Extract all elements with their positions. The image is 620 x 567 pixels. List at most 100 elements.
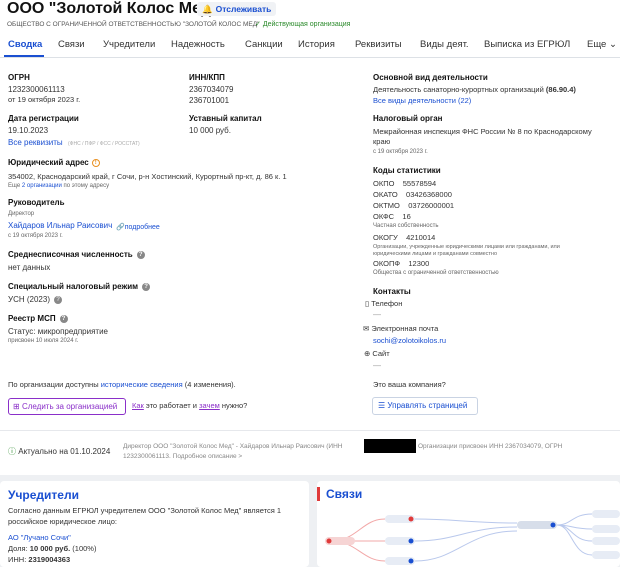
head-more-link[interactable]: 🔗подробнее [116,223,160,231]
graph-node[interactable] [592,537,620,545]
tab-more[interactable]: Еще ⌄ [587,39,617,50]
chevron-down-icon: ⌄ [608,39,617,50]
tab-bar: Сводка Связи Учредители Надежность Санкц… [0,32,620,58]
question-icon[interactable]: ? [142,282,151,291]
okpo-code: ОКПО 55578594 [373,179,437,188]
ogrn-label: ОГРН [8,73,30,82]
founders-title[interactable]: Учредители [8,488,79,502]
manage-page-button[interactable]: ☰ Управлять страницей [372,397,478,415]
links-card: Связи [317,481,620,567]
track-button[interactable]: 🔔 Отслеживать [197,2,277,16]
tax-regime-label-text: Специальный налоговый режим [8,282,139,291]
staff-label: Среднесписочная численность? [8,250,145,259]
requisites-sources: (ФНС / ПФР / ФСС / РОССТАТ) [68,141,140,147]
stat-codes-label: Коды статистики [373,166,441,175]
okopf-code: ОКОПФ 12300 [373,259,430,268]
kpp-value: 236701001 [189,96,230,105]
links-graph[interactable] [317,481,620,567]
founder-inn-label: ИНН: [8,555,27,564]
all-activities-link[interactable]: Все виды деятельности (22) [373,96,471,105]
tax-authority-label: Налоговый орган [373,114,443,123]
mail-icon: ✉ [363,324,370,333]
company-full-name: ОБЩЕСТВО С ОГРАНИЧЕННОЙ ОТВЕТСТВЕННОСТЬЮ… [7,21,260,28]
why-link[interactable]: зачем [199,401,220,410]
question-icon[interactable]: ? [136,250,145,259]
ogrn-date: от 19 октября 2023 г. [8,95,81,104]
follow-button[interactable]: ⊞ Следить за организацией [8,398,126,415]
tab-summary[interactable]: Сводка [8,39,42,50]
actual-date-text: Актуально на 01.10.2024 [18,447,111,456]
actual-date: ⓘ Актуально на 01.10.2024 [8,446,110,457]
address-more-link[interactable]: 2 организации [22,183,62,189]
graph-node-dot [550,522,556,528]
tab-sanctions[interactable]: Санкции [245,39,283,50]
check-circle-icon: ✓ [255,21,261,28]
reg-date-label: Дата регистрации [8,114,79,123]
graph-node[interactable] [592,525,620,533]
how-link[interactable]: Как [132,401,144,410]
ogrn-value: 1232300061113 [8,85,65,94]
tab-activities[interactable]: Виды деят. [420,39,469,50]
founders-text-1: Согласно данным ЕГРЮЛ учредителем ООО "З… [8,506,282,515]
activity-value-text: Деятельность санаторно-курортных организ… [373,85,544,94]
all-requisites-link[interactable]: Все реквизиты [8,138,63,147]
phone-row: ▯ Телефон [365,299,402,308]
site-label: Сайт [372,349,390,358]
msp-label: Реестр МСП? [8,314,68,323]
head-date: с 19 октября 2023 г. [8,233,63,239]
inn-kpp-label: ИНН/КПП [189,73,225,82]
graph-edge [414,526,518,542]
site-row: ⊕ Сайт [364,349,390,358]
tax-authority-date: с 19 октября 2023 г. [373,149,428,155]
tab-founders[interactable]: Учредители [103,39,155,50]
tab-egrul-extract[interactable]: Выписка из ЕГРЮЛ [484,39,570,50]
okfs-code: ОКФС 16 [373,212,411,221]
address-more-prefix: Еще [8,183,21,189]
tab-more-label: Еще [587,39,607,50]
email-label: Электронная почта [371,324,439,333]
share-pct: (100%) [72,544,97,553]
info-icon[interactable]: ! [91,158,100,167]
graph-node-dot [408,516,414,522]
status-badge: ✓ Действующая организация [255,20,350,28]
contacts-label: Контакты [373,287,411,296]
link-icon: 🔗 [116,224,125,231]
msp-label-text: Реестр МСП [8,314,56,323]
question-icon[interactable]: ? [59,314,68,323]
question-icon[interactable]: ? [53,295,62,304]
okopf-desc: Общества с ограниченной ответственностью [373,270,499,276]
tab-links[interactable]: Связи [58,39,85,50]
actual-desc-1: Директор ООО "Золотой Колос Мед" - Хайда… [123,443,343,450]
founder-org-link[interactable]: АО "Лучано Сочи" [8,533,71,542]
address-label: Юридический адрес! [8,158,100,167]
tab-reliability[interactable]: Надежность [171,39,225,50]
inn-value: 2367034079 [189,85,234,94]
graph-edge [414,518,518,524]
phone-icon: ▯ [365,299,370,308]
history-link[interactable]: исторические сведения [101,380,183,389]
okfs-desc: Частная собственность [373,223,439,229]
actual-desc-3[interactable]: 1232300061113. Подробное описание > [123,453,242,460]
plus-icon: ⊞ [13,402,20,411]
staff-value: нет данных [8,263,51,272]
graph-node[interactable] [592,510,620,518]
history-note: По организации доступны исторические све… [8,380,236,389]
address-value: 354002, Краснодарский край, г Сочи, р-н … [8,172,287,181]
company-summary-panel: ООО "Золотой Колос Мед" 🔔 Отслеживать ОБЩ… [0,0,620,475]
head-label: Руководитель [8,198,65,207]
capital-label: Уставный капитал [189,114,262,123]
staff-label-text: Среднесписочная численность [8,250,133,259]
status-text: Действующая организация [262,21,351,28]
phone-label: Телефон [371,299,403,308]
tab-requisites[interactable]: Реквизиты [355,39,402,50]
globe-icon: ⊕ [364,349,371,358]
founder-inn: ИНН: 2319004363 [8,555,70,564]
head-name-link[interactable]: Хайдаров Ильнар Раисович [8,221,112,230]
email-row: ✉ Электронная почта [363,324,438,333]
share-label: Доля: [8,544,28,553]
tab-history[interactable]: История [298,39,335,50]
founders-card: Учредители Согласно данным ЕГРЮЛ учредит… [0,481,309,567]
founder-share: Доля: 10 000 руб. (100%) [8,544,96,553]
graph-node[interactable] [592,551,620,559]
email-link[interactable]: sochi@zolotoikolos.ru [373,336,446,345]
